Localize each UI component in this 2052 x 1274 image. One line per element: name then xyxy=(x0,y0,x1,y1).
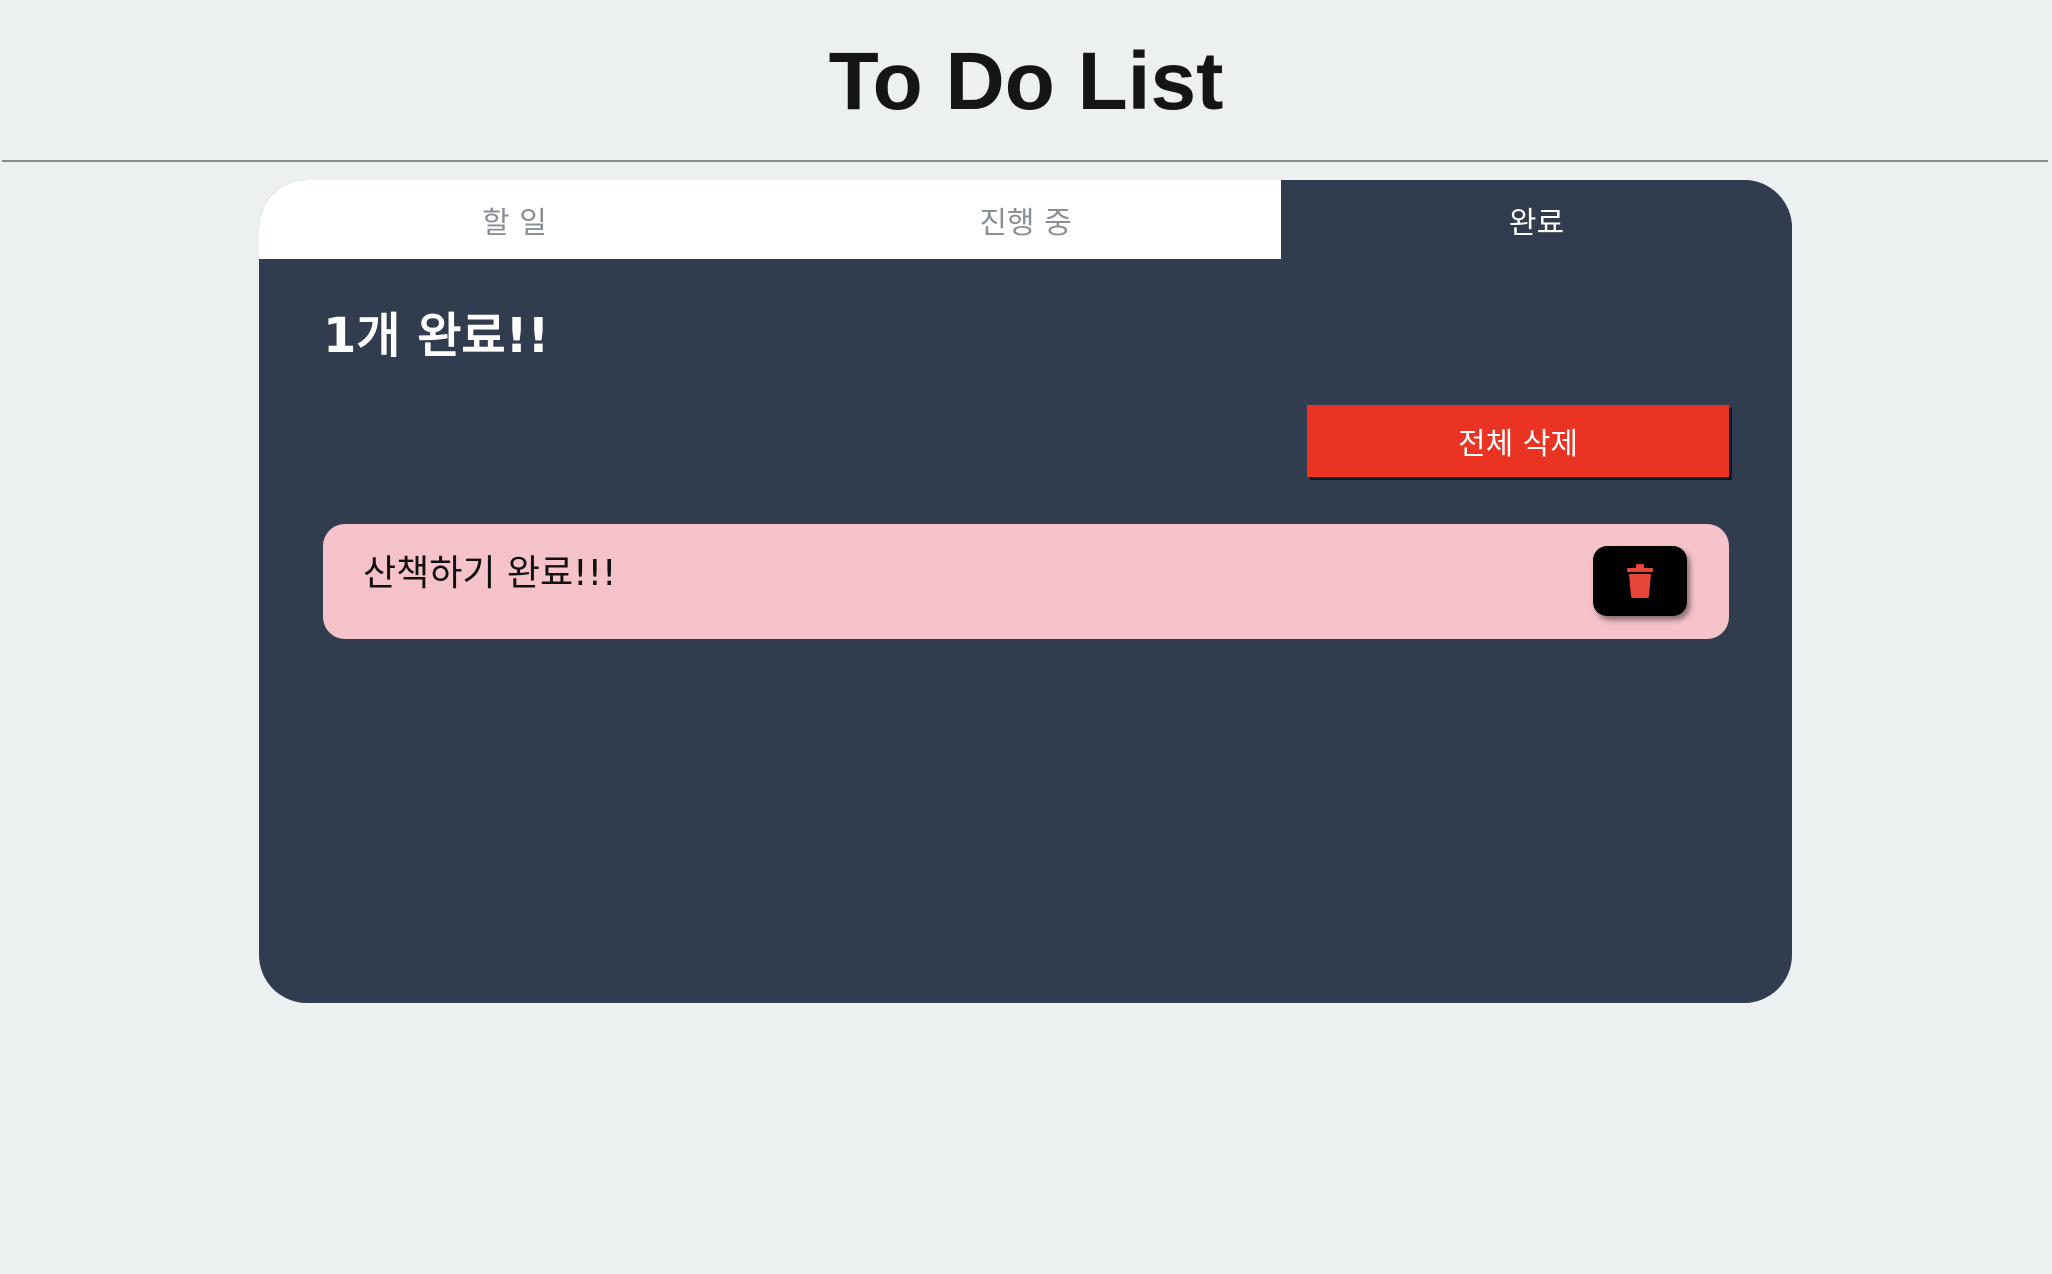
todo-item: 산책하기 완료!!! xyxy=(323,524,1729,639)
delete-item-button[interactable] xyxy=(1593,546,1687,616)
delete-all-button[interactable]: 전체 삭제 xyxy=(1307,405,1729,477)
todo-list: 산책하기 완료!!! xyxy=(323,524,1729,639)
tab-bar: 할 일 진행 중 완료 xyxy=(259,180,1792,259)
todo-board: 할 일 진행 중 완료 1개 완료!! 전체 삭제 산책하기 완료!!! xyxy=(259,180,1792,1003)
tab-todo[interactable]: 할 일 xyxy=(259,180,770,259)
tab-in-progress[interactable]: 진행 중 xyxy=(770,180,1281,259)
trash-icon xyxy=(1627,564,1653,598)
tab-done[interactable]: 완료 xyxy=(1281,180,1792,259)
completed-count: 1개 완료!! xyxy=(323,308,550,364)
todo-item-text: 산책하기 완료!!! xyxy=(363,553,617,594)
page-title: To Do List xyxy=(828,36,1224,127)
header-divider xyxy=(2,160,2048,162)
